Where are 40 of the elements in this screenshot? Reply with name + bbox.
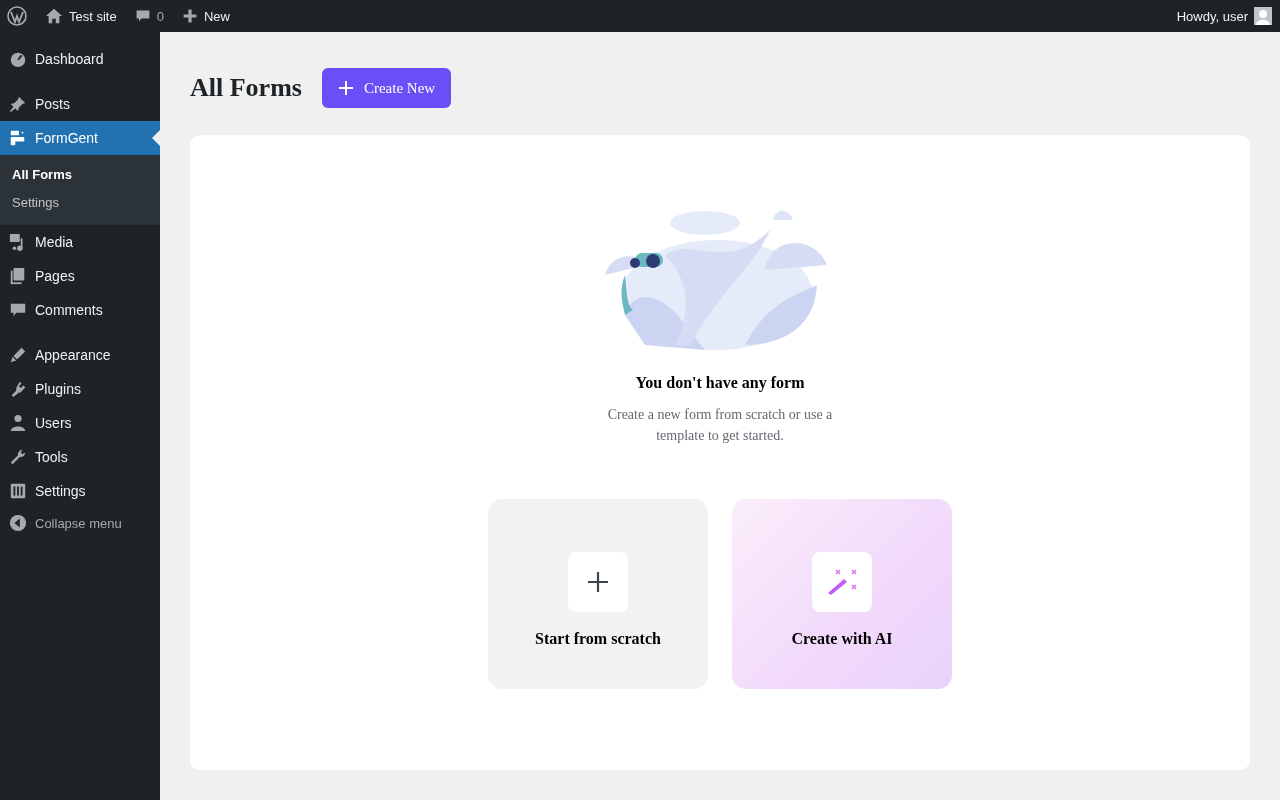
collapse-menu-button[interactable]: Collapse menu [0,508,160,538]
wrench-icon [9,448,27,466]
greeting-link[interactable]: Howdy, user [1176,8,1248,24]
menu-item[interactable]: Users [0,406,160,440]
menu-item[interactable]: Media [0,225,160,259]
menu-item[interactable]: Appearance [0,338,160,372]
new-link[interactable]: New [203,8,230,24]
start-from-scratch-card[interactable]: Start from scratch [488,499,708,689]
menu-item[interactable]: Pages [0,259,160,293]
plus-icon [181,8,198,24]
pin-icon [9,95,27,113]
create-with-ai-card[interactable]: Create with AI [732,499,952,689]
page-title: All Forms [190,73,302,103]
magic-wand-icon [826,566,858,597]
menu-item[interactable]: Dashboard [0,42,160,76]
pages-icon [9,267,27,285]
plus-icon [337,80,354,96]
home-icon [45,7,63,25]
menu-item[interactable]: Settings [0,474,160,508]
wordpress-logo-icon[interactable] [7,6,27,26]
create-new-button[interactable]: Create New [321,68,452,108]
brush-icon [9,346,27,364]
submenu-item[interactable]: All Forms [0,161,160,189]
sliders-icon [9,482,27,500]
plus-icon [587,570,609,593]
menu-item[interactable]: Comments [0,293,160,327]
user-icon [9,414,27,432]
menu-item[interactable]: Tools [0,440,160,474]
empty-state-title: You don't have any form [635,374,805,392]
menu-item[interactable]: FormGent [0,121,160,155]
menu-item[interactable]: Posts [0,87,160,121]
dashboard-icon [9,50,27,68]
comment-count: 0 [156,8,164,24]
submenu-item[interactable]: Settings [0,189,160,217]
empty-state-description: Create a new form from scratch or use a template to get started. [606,406,834,445]
collapse-icon [9,514,27,532]
menu-item[interactable]: Plugins [0,372,160,406]
site-name-link[interactable]: Test site [69,8,117,24]
comment-icon[interactable] [134,8,151,24]
plug-icon [9,380,27,398]
